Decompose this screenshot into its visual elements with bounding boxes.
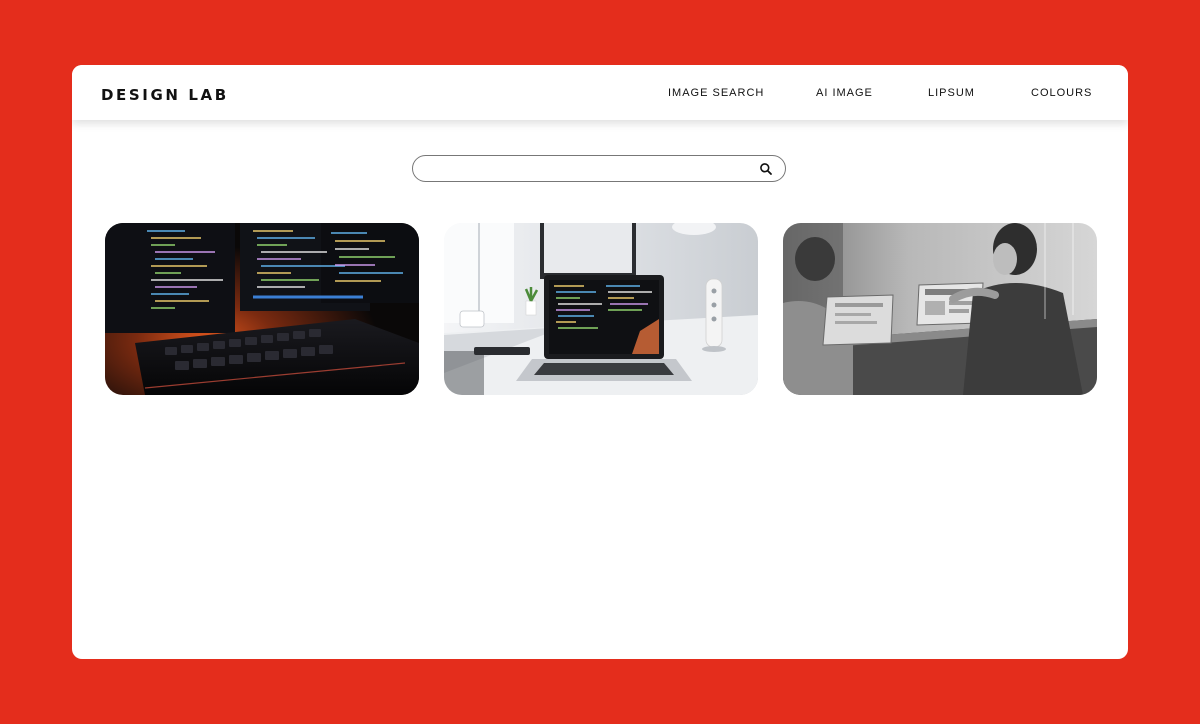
image-card-laptop-desk[interactable] xyxy=(444,223,758,395)
laptop-desk-photo xyxy=(444,223,758,395)
search-icon[interactable] xyxy=(759,162,773,176)
nav-item-image-search[interactable]: IMAGE SEARCH xyxy=(668,86,764,100)
search-bar xyxy=(412,155,786,182)
nav-item-colours[interactable]: COLOURS xyxy=(1031,86,1092,100)
nav-item-ai-image[interactable]: AI IMAGE xyxy=(816,86,873,100)
image-card-keyboard-code[interactable] xyxy=(105,223,419,395)
logo[interactable]: DESIGN LAB xyxy=(101,86,229,104)
nav-item-lipsum[interactable]: LIPSUM xyxy=(928,86,975,100)
header: DESIGN LAB IMAGE SEARCH AI IMAGE LIPSUM … xyxy=(72,65,1128,120)
keyboard-code-photo xyxy=(105,223,419,395)
people-laptops-photo xyxy=(783,223,1097,395)
search-input[interactable] xyxy=(425,159,749,180)
app-window: DESIGN LAB IMAGE SEARCH AI IMAGE LIPSUM … xyxy=(72,65,1128,659)
image-card-people-laptops[interactable] xyxy=(783,223,1097,395)
